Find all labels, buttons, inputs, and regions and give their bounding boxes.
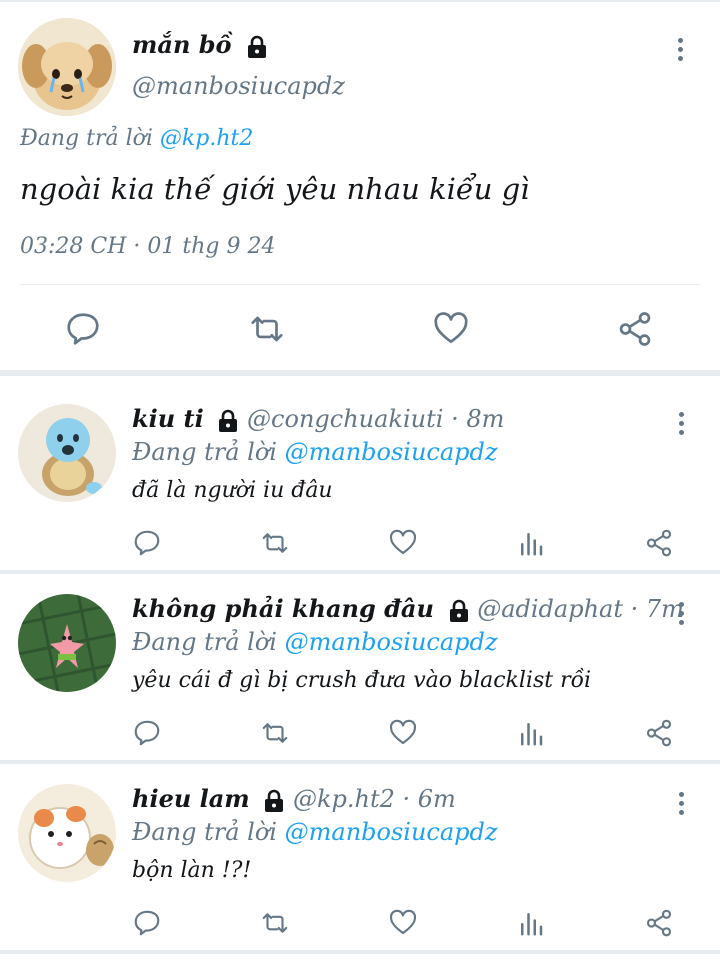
more-icon[interactable] [675, 38, 685, 66]
lock-icon [449, 599, 468, 622]
reply-header: kiu ti @congchuakiuti · 8m [132, 404, 504, 433]
like-icon[interactable] [388, 528, 418, 558]
author-name-text: mắn bồ [132, 30, 232, 59]
reply-tweet[interactable]: kiu ti @congchuakiuti · 8m Đang trả lời … [0, 378, 720, 562]
mention-link[interactable]: @manbosiucapdz [285, 628, 498, 656]
analytics-icon[interactable] [516, 528, 546, 558]
replying-to-label: Đang trả lời [132, 818, 277, 846]
avatar[interactable] [18, 404, 116, 502]
hamster-avatar-image [18, 784, 116, 882]
share-icon[interactable] [644, 718, 674, 748]
tweet-timestamp[interactable]: 03:28 CH · 01 thg 9 24 [20, 234, 275, 259]
reply-icon[interactable] [132, 528, 162, 558]
like-icon[interactable] [432, 310, 470, 348]
replying-to: Đang trả lời @kp.ht2 [20, 126, 253, 151]
lock-icon [247, 35, 266, 58]
author-name[interactable]: hieu lam [132, 784, 250, 813]
mention-link[interactable]: @manbosiucapdz [285, 818, 498, 846]
section-separator [0, 370, 720, 376]
analytics-icon[interactable] [516, 908, 546, 938]
retweet-icon[interactable] [260, 718, 290, 748]
retweet-icon[interactable] [260, 528, 290, 558]
replying-to: Đang trả lời @manbosiucapdz [132, 818, 498, 846]
reply-icon[interactable] [64, 310, 102, 348]
reply-text: bộn làn !?! [132, 858, 252, 883]
author-name[interactable]: kiu ti [132, 404, 204, 433]
squirtle-avatar-image [18, 404, 116, 502]
lock-icon [265, 789, 284, 812]
reply-header: hieu lam @kp.ht2 · 6m [132, 784, 456, 813]
avatar[interactable] [18, 594, 116, 692]
reply-text: đã là người iu đâu [132, 478, 333, 503]
retweet-icon[interactable] [260, 908, 290, 938]
author-name[interactable]: mắn bồ [132, 30, 268, 59]
replying-to-label: Đang trả lời [132, 628, 277, 656]
share-icon[interactable] [644, 908, 674, 938]
more-icon[interactable] [676, 412, 686, 440]
lock-icon [219, 409, 238, 432]
author-name[interactable]: không phải khang đâu [132, 594, 434, 623]
replying-to-label: Đang trả lời [132, 438, 277, 466]
reply-icon[interactable] [132, 718, 162, 748]
author-handle[interactable]: @manbosiucapdz [132, 72, 345, 100]
reply-time: · 8m [451, 405, 505, 433]
main-tweet: mắn bồ @manbosiucapdz Đang trả lời @kp.h… [0, 0, 720, 370]
reply-tweet[interactable]: hieu lam @kp.ht2 · 6m Đang trả lời @manb… [0, 758, 720, 942]
puppy-avatar-image [18, 18, 116, 116]
mention-link[interactable]: @kp.ht2 [160, 126, 253, 151]
avatar[interactable] [18, 784, 116, 882]
analytics-icon[interactable] [516, 718, 546, 748]
like-icon[interactable] [388, 718, 418, 748]
share-icon[interactable] [644, 528, 674, 558]
like-icon[interactable] [388, 908, 418, 938]
author-handle[interactable]: @congchuakiuti [247, 405, 443, 433]
section-separator [0, 950, 720, 954]
reply-time: · 6m [402, 785, 456, 813]
replying-to-label: Đang trả lời [20, 126, 153, 151]
more-icon[interactable] [676, 792, 686, 820]
mention-link[interactable]: @manbosiucapdz [285, 438, 498, 466]
avatar[interactable] [18, 18, 116, 116]
replying-to: Đang trả lời @manbosiucapdz [132, 438, 498, 466]
reply-text: yêu cái đ gì bị crush đưa vào blacklist … [132, 668, 592, 693]
more-icon[interactable] [676, 602, 686, 630]
patrick-avatar-image [18, 594, 116, 692]
retweet-icon[interactable] [248, 310, 286, 348]
tweet-text: ngoài kia thế giới yêu nhau kiểu gì [20, 172, 530, 206]
share-icon[interactable] [616, 310, 654, 348]
reply-tweet[interactable]: không phải khang đâu @adidaphat · 7m Đan… [0, 568, 720, 752]
author-handle[interactable]: @adidaphat [477, 595, 623, 623]
replying-to: Đang trả lời @manbosiucapdz [132, 628, 498, 656]
divider [20, 284, 700, 285]
reply-header: không phải khang đâu @adidaphat · 7m [132, 594, 684, 623]
reply-icon[interactable] [132, 908, 162, 938]
author-handle[interactable]: @kp.ht2 [293, 785, 395, 813]
